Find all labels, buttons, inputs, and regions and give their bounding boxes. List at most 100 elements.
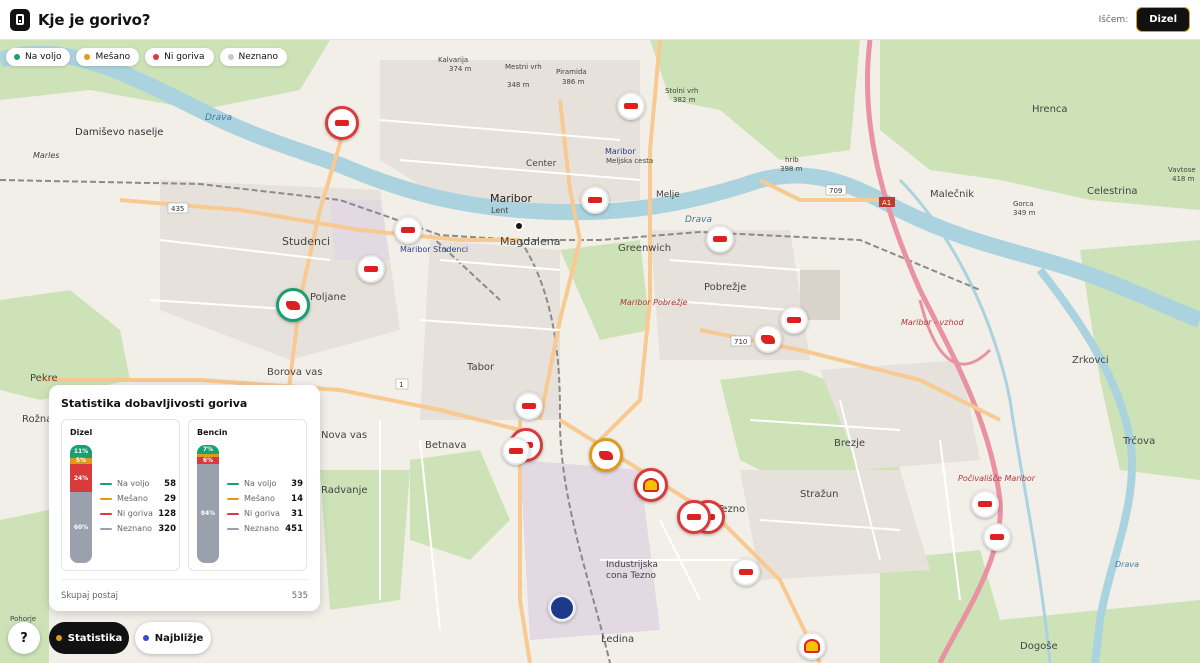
map-label: Industrijska xyxy=(606,560,658,570)
status-line-icon xyxy=(227,527,239,530)
map-label: cona Tezno xyxy=(606,571,656,581)
stat-row: Mešano 14 xyxy=(227,491,303,506)
legend-label: Mešano xyxy=(95,52,131,62)
brand-icon xyxy=(978,501,992,507)
station-marker[interactable] xyxy=(983,523,1011,551)
stats-columns: Dizel 11% 5% 24% 60% Na voljo 58 Mešano 29 Ni gor… xyxy=(61,419,308,571)
station-marker[interactable] xyxy=(732,558,760,586)
map-label: Radvanje xyxy=(321,485,368,496)
stat-row: Neznano 451 xyxy=(227,521,303,536)
stat-label: Na voljo xyxy=(244,479,277,488)
stat-label: Na voljo xyxy=(117,479,150,488)
map-label: Piramida xyxy=(556,68,587,76)
brand-icon xyxy=(990,534,1004,540)
legend-item[interactable]: Neznano xyxy=(219,48,287,66)
legend-dot-icon xyxy=(14,54,20,60)
fuel-pump-icon[interactable] xyxy=(10,8,30,31)
stat-row: Ni goriva 31 xyxy=(227,506,303,521)
map-label: Pobrežje xyxy=(704,281,746,293)
legend-dot-icon xyxy=(84,54,91,60)
station-marker[interactable] xyxy=(325,106,359,140)
map-label: Počivališče Maribor xyxy=(958,473,1036,483)
map-label: Marles xyxy=(33,151,59,160)
road-label: A1 xyxy=(882,199,891,207)
stat-value: 451 xyxy=(285,523,303,534)
statistics-button[interactable]: Statistika xyxy=(49,622,129,654)
fuel-type-button[interactable]: Dizel xyxy=(1136,7,1190,32)
bar-segment: 11% xyxy=(70,445,92,458)
nearest-label: Najbližje xyxy=(154,632,204,644)
legend-dot-icon xyxy=(153,54,160,60)
stacked-bar: 7% 6% 84% xyxy=(197,445,219,563)
station-marker[interactable] xyxy=(798,632,826,660)
total-value: 535 xyxy=(291,590,308,601)
station-marker[interactable] xyxy=(276,288,310,322)
brand-icon xyxy=(804,639,820,653)
station-marker[interactable] xyxy=(548,594,576,622)
map-label: Pekre xyxy=(30,373,58,384)
status-line-icon xyxy=(100,497,112,500)
status-line-icon xyxy=(100,527,112,530)
map-label: 348 m xyxy=(507,81,530,89)
stat-label: Ni goriva xyxy=(117,509,153,518)
map-label: Poljane xyxy=(310,292,346,303)
map-label: Drava xyxy=(685,215,712,225)
map-label: Nova vas xyxy=(321,430,367,441)
fuel-selector: Iščem: Dizel xyxy=(1099,7,1190,32)
map-label: Greenwich xyxy=(618,243,671,254)
map-label: Lent xyxy=(491,206,508,215)
brand-icon xyxy=(687,514,701,520)
map-label: Zrkovci xyxy=(1072,355,1109,366)
station-marker[interactable] xyxy=(780,306,808,334)
brand-icon xyxy=(522,403,536,409)
app-title: Kje je gorivo? xyxy=(38,10,151,29)
map-label: Magdalena xyxy=(500,235,560,248)
status-line-icon xyxy=(100,512,112,515)
brand-icon xyxy=(286,300,300,310)
station-marker[interactable] xyxy=(357,255,385,283)
station-marker[interactable] xyxy=(706,225,734,253)
road-label: 709 xyxy=(829,187,842,195)
bar-segment: 84% xyxy=(197,463,219,563)
legend-dot-icon xyxy=(227,54,234,60)
brand-icon xyxy=(713,236,727,242)
map-label: Drava xyxy=(205,113,232,123)
nearest-button[interactable]: Najbližje xyxy=(135,622,211,654)
map-label: Center xyxy=(526,159,557,169)
legend-item[interactable]: Na voljo xyxy=(6,48,71,66)
map-label: Celestrina xyxy=(1087,186,1138,197)
brand-icon xyxy=(335,120,349,126)
stat-row: Ni goriva 128 xyxy=(100,506,176,521)
legend-item[interactable]: Ni goriva xyxy=(145,48,214,66)
station-marker[interactable] xyxy=(515,392,543,420)
station-marker[interactable] xyxy=(754,325,782,353)
stat-row: Na voljo 58 xyxy=(100,476,176,491)
map-label: Maribor - vzhod xyxy=(901,318,964,327)
station-marker[interactable] xyxy=(394,216,422,244)
map-label: Gorca xyxy=(1013,200,1034,208)
map-label: Borova vas xyxy=(267,367,322,378)
map-label: Vavtose xyxy=(1168,166,1196,174)
help-button[interactable]: ? xyxy=(8,622,40,654)
station-marker[interactable] xyxy=(617,92,645,120)
station-marker[interactable] xyxy=(971,490,999,518)
map-label: Maribor Studenci xyxy=(400,245,468,254)
stat-label: Mešano xyxy=(117,494,148,503)
map-label: Mestni vrh xyxy=(505,63,542,71)
brand-icon xyxy=(739,569,753,575)
status-line-icon xyxy=(100,482,112,485)
legend-item[interactable]: Mešano xyxy=(76,48,140,66)
station-marker[interactable] xyxy=(677,500,711,534)
stats-footer: Skupaj postaj 535 xyxy=(61,579,308,611)
station-marker[interactable] xyxy=(581,186,609,214)
map-label: 398 m xyxy=(780,165,803,173)
station-marker[interactable] xyxy=(502,437,530,465)
brand-icon xyxy=(643,478,659,492)
station-marker[interactable] xyxy=(634,468,668,502)
map-label: 374 m xyxy=(449,65,472,73)
stat-row: Mešano 29 xyxy=(100,491,176,506)
stat-value: 128 xyxy=(158,508,176,519)
station-marker[interactable] xyxy=(589,438,623,472)
map-label: Betnava xyxy=(425,440,466,451)
fuel-stat-card: Dizel 11% 5% 24% 60% Na voljo 58 Mešano 29 Ni gor… xyxy=(61,419,180,571)
